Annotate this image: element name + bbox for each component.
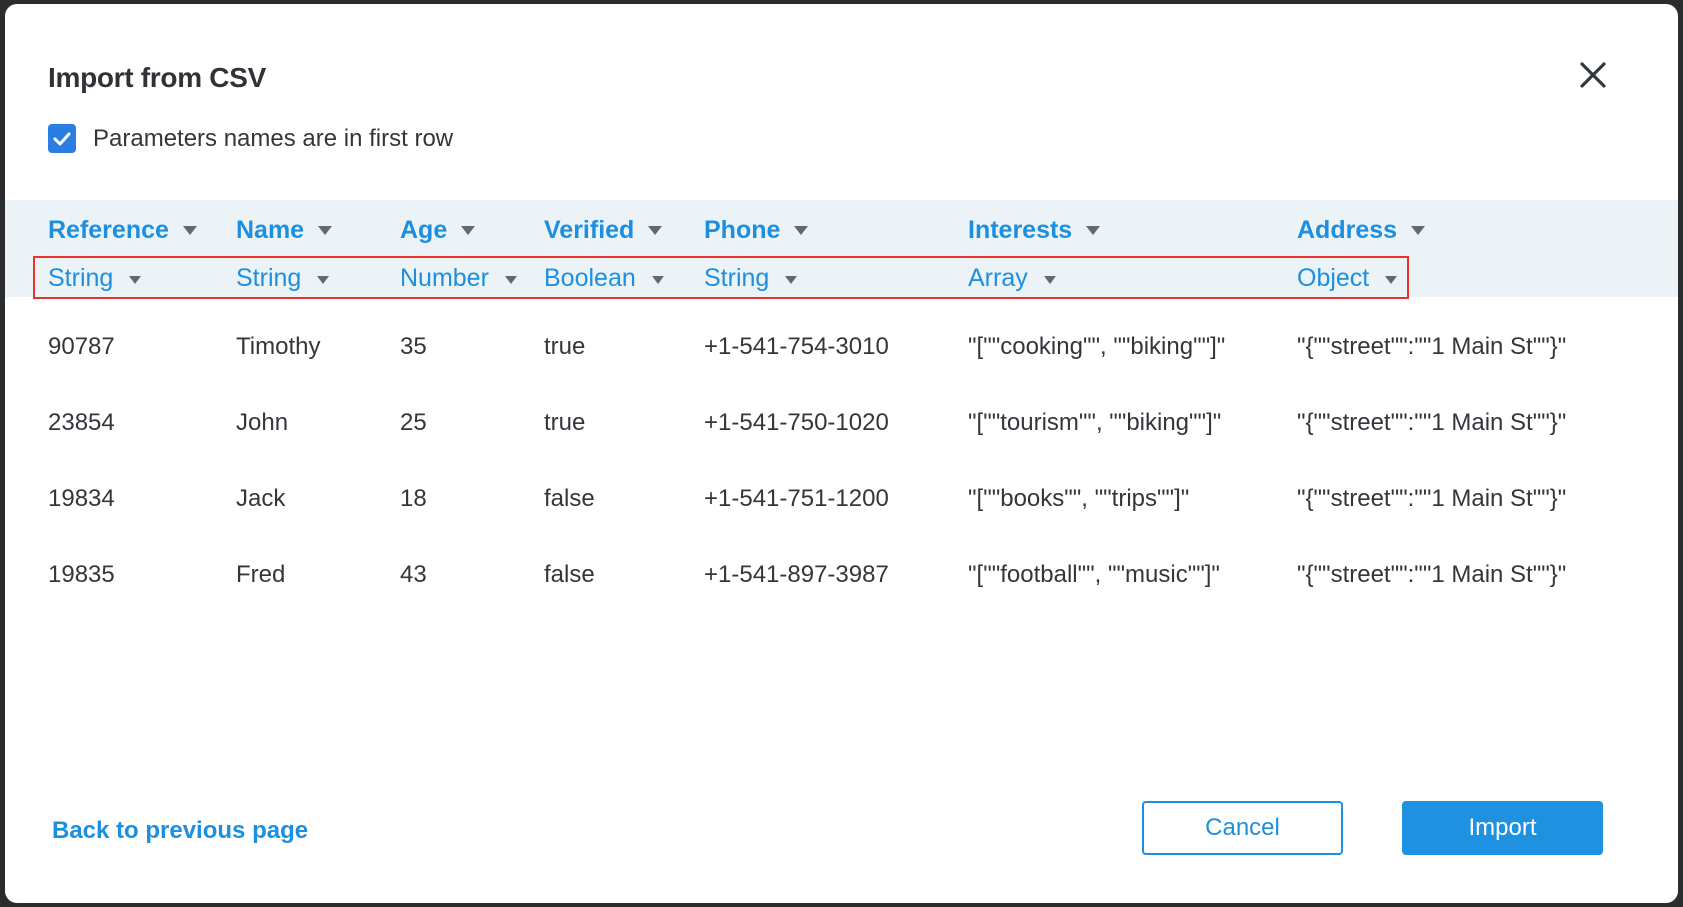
cell-interests: "[""cooking"", ""biking""]" bbox=[968, 333, 1226, 360]
dropdown-arrow-icon bbox=[1086, 226, 1101, 235]
column-type: Array bbox=[968, 264, 1028, 292]
column-type-select-name[interactable]: String bbox=[236, 264, 330, 293]
column-name: Name bbox=[236, 216, 305, 244]
column-name: Interests bbox=[968, 216, 1073, 244]
dropdown-arrow-icon bbox=[651, 276, 664, 284]
cell-name: Jack bbox=[236, 485, 286, 512]
import-csv-dialog: Import from CSV Parameters names are in … bbox=[5, 4, 1678, 903]
cell-interests: "[""tourism"", ""biking""]" bbox=[968, 409, 1222, 436]
cell-reference: 19835 bbox=[48, 561, 115, 588]
cell-phone: +1-541-750-1020 bbox=[704, 409, 889, 436]
column-type: String bbox=[236, 264, 302, 292]
column-header-name[interactable]: Name bbox=[236, 216, 333, 245]
column-type-select-verified[interactable]: Boolean bbox=[544, 264, 664, 293]
column-type: Boolean bbox=[544, 264, 636, 292]
cell-phone: +1-541-754-3010 bbox=[704, 333, 889, 360]
dropdown-arrow-icon bbox=[1043, 276, 1056, 284]
dropdown-arrow-icon bbox=[129, 276, 142, 284]
cell-reference: 19834 bbox=[48, 485, 115, 512]
cell-phone: +1-541-751-1200 bbox=[704, 485, 889, 512]
dropdown-arrow-icon bbox=[785, 276, 798, 284]
column-header-age[interactable]: Age bbox=[400, 216, 476, 245]
cell-age: 35 bbox=[400, 333, 427, 360]
column-name: Reference bbox=[48, 216, 169, 244]
cell-verified: false bbox=[544, 485, 595, 512]
cell-age: 43 bbox=[400, 561, 427, 588]
column-header-address[interactable]: Address bbox=[1297, 216, 1426, 245]
column-header-phone[interactable]: Phone bbox=[704, 216, 809, 245]
back-to-previous-page-link[interactable]: Back to previous page bbox=[52, 817, 308, 845]
cell-reference: 90787 bbox=[48, 333, 115, 360]
column-header-verified[interactable]: Verified bbox=[544, 216, 663, 245]
column-name: Verified bbox=[544, 216, 635, 244]
column-type-select-interests[interactable]: Array bbox=[968, 264, 1056, 293]
cell-address: "{""street"":""1 Main St""}" bbox=[1297, 333, 1567, 360]
cell-address: "{""street"":""1 Main St""}" bbox=[1297, 409, 1567, 436]
cell-phone: +1-541-897-3987 bbox=[704, 561, 889, 588]
column-type-select-age[interactable]: Number bbox=[400, 264, 517, 293]
cell-reference: 23854 bbox=[48, 409, 115, 436]
cell-verified: false bbox=[544, 561, 595, 588]
column-type-select-reference[interactable]: String bbox=[48, 264, 142, 293]
cell-verified: true bbox=[544, 409, 586, 436]
first-row-names-checkbox[interactable] bbox=[48, 124, 76, 153]
cell-interests: "[""books"", ""trips""]" bbox=[968, 485, 1190, 512]
column-name: Phone bbox=[704, 216, 781, 244]
dropdown-arrow-icon bbox=[1411, 226, 1426, 235]
dropdown-arrow-icon bbox=[794, 226, 809, 235]
close-icon bbox=[1580, 62, 1606, 88]
cell-name: John bbox=[236, 409, 289, 436]
cancel-button[interactable]: Cancel bbox=[1142, 801, 1343, 855]
column-type: Number bbox=[400, 264, 489, 292]
import-button[interactable]: Import bbox=[1402, 801, 1603, 855]
cell-name: Timothy bbox=[236, 333, 321, 360]
column-type: Object bbox=[1297, 264, 1370, 292]
cell-address: "{""street"":""1 Main St""}" bbox=[1297, 561, 1567, 588]
cell-interests: "[""football"", ""music""]" bbox=[968, 561, 1220, 588]
column-type-select-phone[interactable]: String bbox=[704, 264, 798, 293]
column-header-reference[interactable]: Reference bbox=[48, 216, 197, 245]
checkbox-label: Parameters names are in first row bbox=[93, 124, 454, 152]
dialog-title: Import from CSV bbox=[48, 62, 266, 93]
column-type-select-address[interactable]: Object bbox=[1297, 264, 1398, 293]
cell-age: 18 bbox=[400, 485, 427, 512]
dropdown-arrow-icon bbox=[317, 276, 330, 284]
close-button[interactable] bbox=[1576, 58, 1610, 92]
cell-age: 25 bbox=[400, 409, 427, 436]
first-row-names-option: Parameters names are in first row bbox=[48, 124, 453, 153]
cell-name: Fred bbox=[236, 561, 286, 588]
dropdown-arrow-icon bbox=[318, 226, 333, 235]
dropdown-arrow-icon bbox=[182, 226, 197, 235]
dropdown-arrow-icon bbox=[504, 276, 517, 284]
cell-address: "{""street"":""1 Main St""}" bbox=[1297, 485, 1567, 512]
dropdown-arrow-icon bbox=[648, 226, 663, 235]
dropdown-arrow-icon bbox=[1385, 276, 1398, 284]
column-type: String bbox=[704, 264, 770, 292]
cell-verified: true bbox=[544, 333, 586, 360]
column-type: String bbox=[48, 264, 114, 292]
column-header-interests[interactable]: Interests bbox=[968, 216, 1101, 245]
column-name: Address bbox=[1297, 216, 1398, 244]
dropdown-arrow-icon bbox=[461, 226, 476, 235]
checkmark-icon bbox=[53, 132, 71, 145]
column-name: Age bbox=[400, 216, 448, 244]
